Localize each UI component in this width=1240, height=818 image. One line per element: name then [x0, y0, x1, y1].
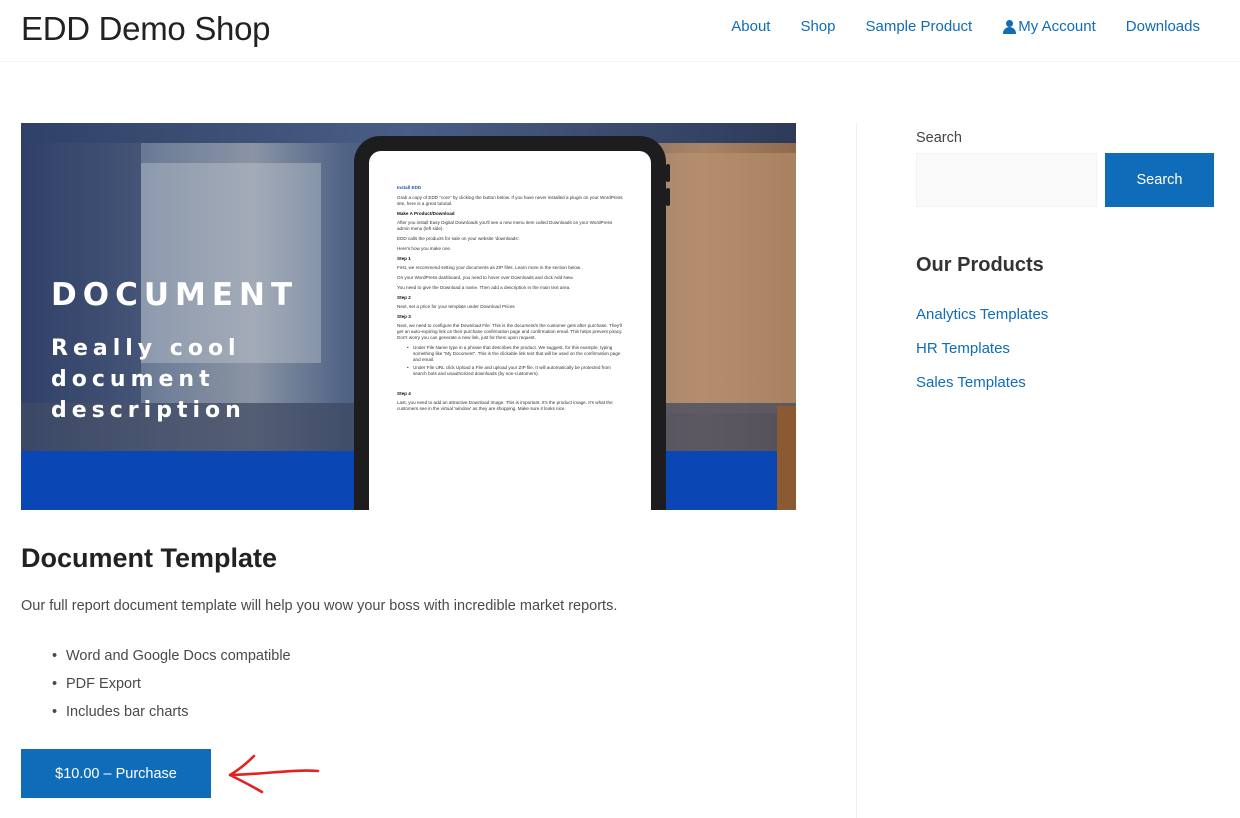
doc-heading: Step 3 — [397, 314, 411, 319]
doc-heading: Step 1 — [397, 256, 411, 261]
tablet-screen: Install EDD Grab a copy of EDD "core" by… — [369, 151, 651, 510]
nav-about[interactable]: About — [731, 18, 770, 35]
doc-text: After you install Easy Digital Downloads… — [397, 220, 613, 231]
product-description: Our full report document template will h… — [21, 598, 618, 614]
feature-item: Word and Google Docs compatible — [52, 648, 291, 676]
nav-sample-product[interactable]: Sample Product — [866, 18, 973, 35]
products-list: Analytics Templates HR Templates Sales T… — [916, 306, 1048, 408]
feature-item: PDF Export — [52, 676, 291, 704]
hero-title: DOCUMENT — [51, 277, 299, 313]
nav-my-account[interactable]: My Account — [1002, 18, 1096, 35]
product-featured-image: DOCUMENT Really cool document descriptio… — [21, 123, 796, 510]
doc-text: Grab a copy of EDD "core" by clicking th… — [397, 195, 623, 206]
tablet-illustration: Install EDD Grab a copy of EDD "core" by… — [354, 136, 670, 510]
doc-heading: Step 2 — [397, 295, 411, 300]
search-label: Search — [916, 130, 962, 146]
purchase-button[interactable]: $10.00 – Purchase — [21, 749, 211, 798]
sidebar-divider — [856, 123, 857, 818]
list-item: Analytics Templates — [916, 306, 1048, 340]
doc-text: On your WordPress dashboard, you need to… — [397, 275, 574, 280]
doc-text: Next, set a price for your template unde… — [397, 304, 515, 309]
feature-item: Includes bar charts — [52, 704, 291, 732]
site-title[interactable]: EDD Demo Shop — [21, 10, 271, 48]
doc-text: Here's how you make one. — [397, 246, 452, 251]
annotation-arrow-icon — [228, 754, 320, 794]
doc-bullet: Under File Name type in a phrase that de… — [407, 345, 625, 363]
doc-link: Install EDD — [397, 185, 422, 190]
doc-bullet: Under File URL click Upload a File and u… — [407, 365, 625, 377]
doc-text: You need to give the Download a name. Th… — [397, 285, 571, 290]
nav-my-account-label: My Account — [1018, 18, 1096, 35]
doc-text: EDD calls the products for sale on your … — [397, 236, 520, 241]
doc-text: Last, you need to add an attractive Down… — [397, 400, 613, 411]
doc-heading: Make A Product/Download — [397, 211, 455, 216]
nav-shop[interactable]: Shop — [800, 18, 835, 35]
list-item: HR Templates — [916, 340, 1048, 374]
nav-downloads[interactable]: Downloads — [1126, 18, 1200, 35]
product-link-sales[interactable]: Sales Templates — [916, 374, 1026, 391]
search-input[interactable] — [916, 153, 1097, 207]
product-link-hr[interactable]: HR Templates — [916, 340, 1010, 357]
doc-heading: Step 4 — [397, 391, 411, 396]
list-item: Sales Templates — [916, 374, 1048, 408]
site-header: EDD Demo Shop About Shop Sample Product … — [0, 0, 1240, 62]
doc-text: First, we recommend setting your documen… — [397, 265, 582, 270]
product-title: Document Template — [21, 543, 278, 573]
main-nav: About Shop Sample Product My Account Dow… — [701, 18, 1200, 35]
doc-text: Next, we need to configure the Download … — [397, 323, 623, 340]
our-products-title: Our Products — [916, 254, 1044, 276]
hero-subtitle: Really cool document description — [51, 336, 246, 423]
feature-list: Word and Google Docs compatible PDF Expo… — [52, 648, 291, 732]
product-link-analytics[interactable]: Analytics Templates — [916, 306, 1048, 323]
user-icon — [1002, 19, 1017, 34]
search-button[interactable]: Search — [1105, 153, 1214, 207]
